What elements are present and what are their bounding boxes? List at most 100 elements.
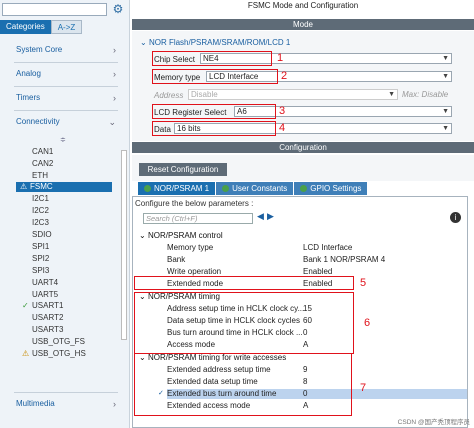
annotation-number-1: 1: [277, 52, 284, 64]
status-ok-icon: [144, 185, 151, 192]
address-value: Disable: [191, 90, 218, 99]
tab-label: GPIO Settings: [310, 184, 362, 193]
peripheral-i2c2[interactable]: I2C2: [32, 206, 49, 216]
annotation-box-3: [152, 104, 276, 119]
peripheral-label: FSMC: [30, 182, 53, 191]
peripheral-spi3[interactable]: SPI3: [32, 266, 49, 276]
chevron-down-icon: ▼: [442, 125, 449, 132]
parameter-search-input[interactable]: Search (Ctrl+F): [143, 213, 253, 224]
page-title: FSMC Mode and Configuration: [132, 0, 474, 11]
peripheral-spi2[interactable]: SPI2: [32, 254, 49, 264]
left-panel: ⚙ Categories A->Z System Core › Analog ›…: [0, 0, 130, 428]
search-prev-icon[interactable]: ◀: [257, 211, 264, 222]
tab-a-z[interactable]: A->Z: [50, 20, 83, 34]
chevron-down-icon: ▼: [442, 55, 449, 62]
mode-tree-node[interactable]: ⌄ NOR Flash/PSRAM/SRAM/ROM/LCD 1: [140, 38, 290, 47]
annotation-box-1: [152, 51, 272, 66]
left-tabs: Categories A->Z: [0, 20, 130, 34]
mode-header: Mode: [132, 19, 474, 30]
chevron-right-icon: ›: [113, 399, 116, 409]
category-label: System Core: [16, 45, 63, 54]
address-label: Address: [154, 90, 184, 100]
config-tabs: NOR/PSRAM 1 User Constants GPIO Settings: [138, 182, 368, 195]
chevron-down-icon: ▼: [388, 91, 395, 98]
tab-label: NOR/PSRAM 1: [154, 184, 210, 193]
annotation-number-7: 7: [360, 382, 367, 394]
param-name: Memory type: [167, 243, 214, 252]
gear-icon[interactable]: ⚙: [111, 2, 125, 16]
peripheral-usart2[interactable]: USART2: [32, 313, 63, 323]
divider: [14, 392, 118, 393]
peripheral-i2c1[interactable]: I2C1: [32, 194, 49, 204]
address-max-label: Max: Disable: [402, 90, 449, 99]
peripheral-uart4[interactable]: UART4: [32, 278, 58, 288]
param-name: Write operation: [167, 267, 222, 276]
left-search-input[interactable]: [2, 2, 107, 16]
right-panel: FSMC Mode and Configuration Mode ⌄ NOR F…: [132, 0, 474, 428]
tree-label: NOR Flash/PSRAM/SRAM/ROM/LCD 1: [148, 38, 291, 47]
watermark: CSDN @国产秃顶程序员: [397, 419, 470, 426]
category-connectivity[interactable]: Connectivity ⌄: [16, 114, 116, 130]
tab-label: User Constants: [232, 184, 288, 193]
tab-user-constants[interactable]: User Constants: [216, 182, 294, 195]
left-search-row: ⚙: [2, 2, 128, 16]
chevron-right-icon: ›: [113, 93, 116, 103]
warning-icon: ⚠: [22, 349, 30, 358]
category-label: Timers: [16, 93, 41, 102]
peripheral-sdio[interactable]: SDIO: [32, 230, 52, 240]
peripheral-can1[interactable]: CAN1: [32, 147, 53, 157]
param-row[interactable]: Bank Bank 1 NOR/PSRAM 4: [167, 255, 467, 265]
address-dropdown: Disable ▼: [188, 89, 398, 100]
peripheral-spi1[interactable]: SPI1: [32, 242, 49, 252]
category-label: Analog: [16, 69, 41, 78]
status-ok-icon: [222, 185, 230, 192]
divider: [14, 110, 118, 111]
peripheral-usb-otg-fs[interactable]: USB_OTG_FS: [32, 337, 85, 347]
annotation-number-6: 6: [364, 317, 371, 329]
chevron-down-icon: ▼: [442, 108, 449, 115]
divider: [14, 62, 118, 63]
peripheral-usart3[interactable]: USART3: [32, 325, 63, 335]
category-system-core[interactable]: System Core ›: [16, 42, 116, 58]
chevron-down-icon: ⌄: [108, 117, 116, 127]
param-name: Bank: [167, 255, 186, 264]
configuration-header: Configuration: [132, 142, 474, 153]
peripheral-can2[interactable]: CAN2: [32, 159, 53, 169]
warning-icon: ⚠: [20, 182, 28, 191]
peripheral-uart5[interactable]: UART5: [32, 290, 58, 300]
peripheral-scrollbar[interactable]: [121, 150, 127, 340]
chevron-down-icon: ⌄: [140, 38, 149, 47]
annotation-box-6: [134, 292, 354, 354]
annotation-box-7: [134, 353, 352, 416]
annotation-box-5: [134, 276, 354, 290]
peripheral-usart1[interactable]: ✓ USART1: [22, 301, 63, 311]
param-value: Bank 1 NOR/PSRAM 4: [303, 255, 386, 264]
divider: [14, 86, 118, 87]
category-analog[interactable]: Analog ›: [16, 66, 116, 82]
status-ok-icon: [300, 185, 308, 192]
annotation-number-3: 3: [279, 105, 286, 117]
peripheral-i2c3[interactable]: I2C3: [32, 218, 49, 228]
param-value: LCD Interface: [303, 243, 353, 252]
param-row[interactable]: Memory type LCD Interface: [167, 243, 467, 253]
peripheral-eth[interactable]: ETH: [32, 171, 48, 181]
tab-gpio-settings[interactable]: GPIO Settings: [294, 182, 368, 195]
group-nor-psram-control[interactable]: ⌄ NOR/PSRAM control: [139, 231, 223, 241]
annotation-box-4: [152, 121, 276, 136]
group-label: NOR/PSRAM control: [147, 231, 223, 240]
reset-configuration-button[interactable]: Reset Configuration: [139, 163, 227, 176]
chevron-right-icon: ›: [113, 69, 116, 79]
info-icon[interactable]: i: [450, 212, 461, 223]
chevron-down-icon: ▼: [442, 73, 449, 80]
tab-nor-psram-1[interactable]: NOR/PSRAM 1: [138, 182, 216, 195]
annotation-number-2: 2: [281, 70, 288, 82]
annotation-box-2: [152, 69, 278, 84]
peripheral-fsmc[interactable]: ⚠ FSMC: [16, 182, 112, 192]
search-next-icon[interactable]: ▶: [267, 211, 274, 222]
category-timers[interactable]: Timers ›: [16, 90, 116, 106]
tab-categories[interactable]: Categories: [0, 20, 51, 34]
check-icon: ✓: [22, 301, 29, 310]
category-multimedia[interactable]: Multimedia ›: [16, 396, 116, 412]
sort-icon[interactable]: ≑: [60, 136, 66, 144]
peripheral-usb-otg-hs[interactable]: ⚠ USB_OTG_HS: [22, 349, 86, 359]
